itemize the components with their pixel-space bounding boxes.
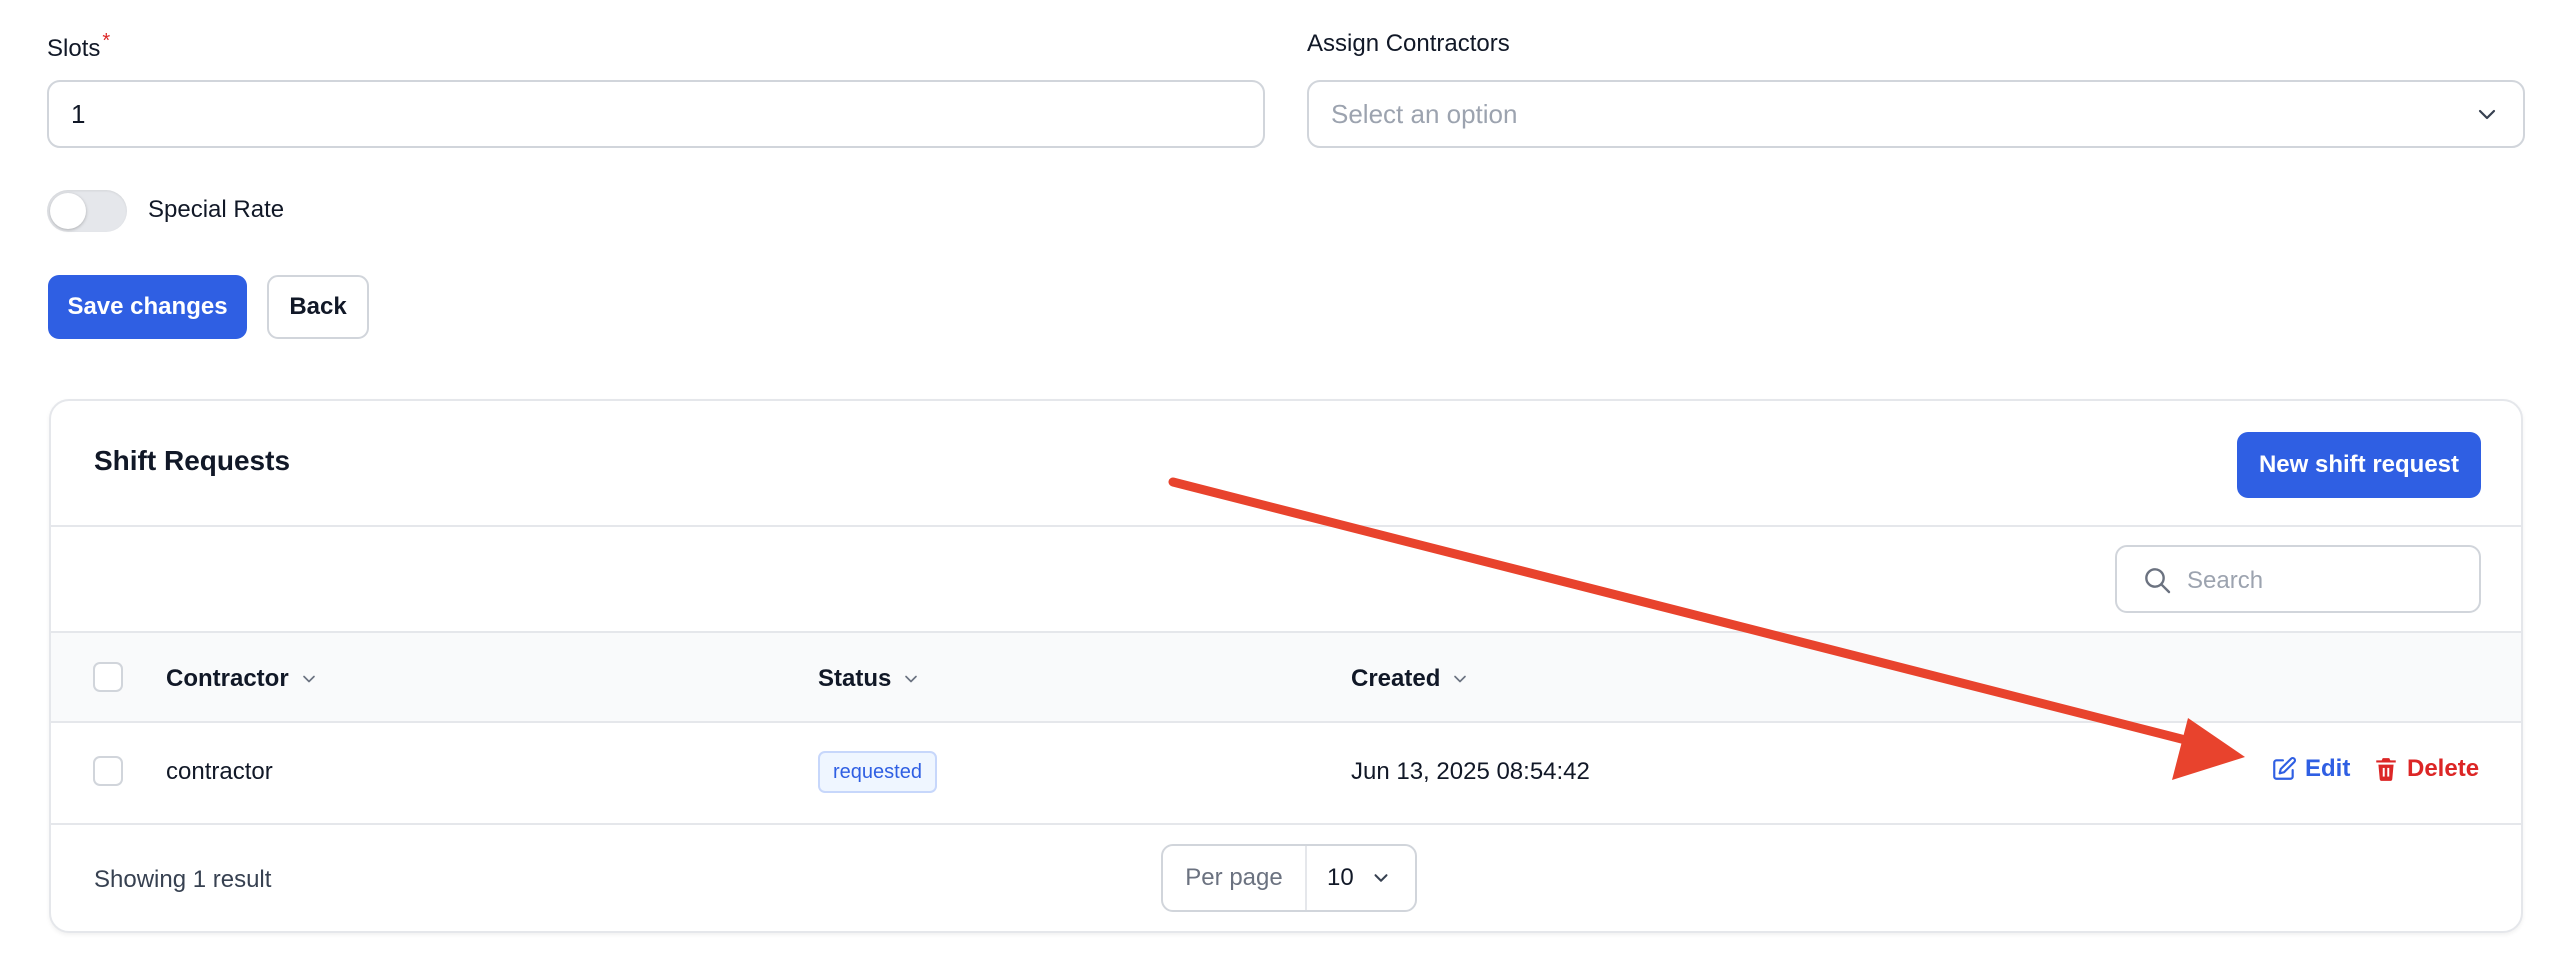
column-header-status[interactable]: Status: [818, 665, 921, 693]
select-all-checkbox[interactable]: [93, 662, 123, 692]
trash-icon: [2376, 758, 2396, 781]
slots-label: Slots *: [47, 30, 111, 62]
edit-label: Edit: [2305, 755, 2351, 782]
slots-input[interactable]: 1: [47, 80, 1265, 148]
column-header-created[interactable]: Created: [1351, 665, 1470, 693]
save-changes-button[interactable]: Save changes: [48, 275, 247, 339]
new-shift-request-button[interactable]: New shift request: [2237, 432, 2481, 498]
special-rate-toggle[interactable]: [47, 190, 127, 232]
table-row: contractor requested Jun 13, 2025 08:54:…: [51, 721, 2521, 823]
assign-contractors-select[interactable]: Select an option: [1307, 80, 2525, 148]
toggle-knob: [50, 193, 86, 229]
card-title: Shift Requests: [94, 445, 291, 476]
slots-input-value: 1: [71, 98, 86, 129]
table-header: Contractor Status Created: [51, 633, 2521, 721]
back-button[interactable]: Back: [267, 275, 369, 339]
search-placeholder: Search: [2187, 567, 2264, 594]
chevron-down-icon: [2478, 109, 2496, 120]
shift-requests-card: Shift Requests New shift request Search …: [49, 399, 2523, 933]
results-count: Showing 1 result: [94, 866, 272, 893]
search-input[interactable]: Search: [2115, 545, 2481, 613]
cell-created: Jun 13, 2025 08:54:42: [1351, 758, 1590, 785]
delete-label: Delete: [2407, 755, 2480, 782]
assign-contractors-placeholder: Select an option: [1331, 98, 1518, 129]
status-badge: requested: [818, 751, 937, 793]
chevron-down-icon: [1374, 874, 1388, 882]
per-page-value[interactable]: 10: [1307, 846, 1415, 910]
edit-action[interactable]: Edit: [2271, 755, 2350, 783]
chevron-down-icon: [905, 675, 918, 683]
column-header-contractor[interactable]: Contractor: [166, 665, 319, 693]
assign-contractors-label: Assign Contractors: [1307, 30, 1510, 57]
chevron-down-icon: [1454, 675, 1467, 683]
cell-contractor: contractor: [166, 758, 273, 785]
pencil-square-icon: [2273, 757, 2296, 780]
per-page-select[interactable]: Per page 10: [1161, 844, 1417, 912]
per-page-label: Per page: [1163, 846, 1307, 910]
tbody-divider: [51, 823, 2521, 825]
header-divider: [51, 525, 2521, 527]
search-icon: [2145, 568, 2171, 594]
chevron-down-icon: [302, 675, 315, 683]
row-checkbox[interactable]: [93, 756, 123, 786]
special-rate-label: Special Rate: [148, 196, 285, 223]
delete-action[interactable]: Delete: [2373, 755, 2479, 783]
required-asterisk: *: [102, 30, 111, 52]
